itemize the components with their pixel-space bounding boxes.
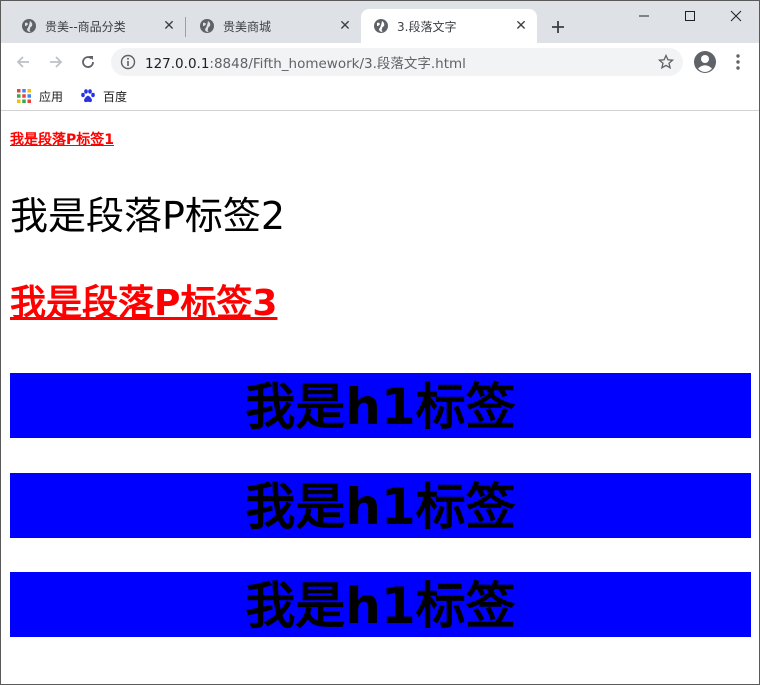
info-icon[interactable] [120, 54, 136, 70]
close-icon[interactable]: ✕ [161, 18, 177, 34]
globe-icon [373, 18, 389, 34]
globe-icon [199, 18, 215, 34]
bookmark-baidu[interactable]: 百度 [80, 86, 127, 106]
heading-1: 我是h1标签 [10, 373, 751, 438]
maximize-button[interactable] [667, 1, 713, 31]
reload-button[interactable] [75, 49, 101, 75]
back-arrow-icon [16, 56, 29, 68]
bookmark-label: 应用 [39, 89, 64, 104]
close-icon[interactable]: ✕ [513, 18, 529, 34]
tab-separator [185, 17, 186, 37]
url-text[interactable]: 127.0.0.1:8848/Fifth_homework/3.段落文字.htm… [145, 52, 466, 72]
window-close-button[interactable] [713, 1, 759, 31]
back-button[interactable] [10, 49, 36, 75]
forward-arrow-icon [50, 56, 63, 68]
close-icon[interactable]: ✕ [337, 18, 353, 34]
bookmark-star-icon[interactable] [658, 54, 674, 70]
tab-title: 贵美商城 [223, 19, 272, 34]
tab-strip: 贵美--商品分类 ✕ 贵美商城 ✕ 3.段落文字 ✕ [1, 1, 759, 43]
baidu-paw-icon [80, 88, 96, 104]
close-icon [730, 10, 742, 22]
browser-window: 贵美--商品分类 ✕ 贵美商城 ✕ 3.段落文字 ✕ 127.0.0.1:884… [0, 0, 760, 685]
url-path: :8848/Fifth_homework/3.段落文字.html [209, 56, 466, 72]
bookmarks-bar: 应用 百度 [1, 81, 759, 111]
tab-mall[interactable]: 贵美商城 ✕ [187, 9, 361, 43]
address-bar[interactable]: 127.0.0.1:8848/Fifth_homework/3.段落文字.htm… [111, 48, 683, 76]
forward-button[interactable] [43, 49, 69, 75]
menu-button[interactable] [727, 50, 749, 74]
globe-icon [21, 18, 37, 34]
tab-title: 贵美--商品分类 [45, 19, 126, 34]
toolbar: 127.0.0.1:8848/Fifth_homework/3.段落文字.htm… [1, 43, 759, 81]
plus-icon [552, 21, 564, 33]
url-host: 127.0.0.1 [145, 56, 210, 72]
tab-title: 3.段落文字 [397, 19, 457, 34]
heading-2: 我是h1标签 [10, 473, 751, 538]
paragraph-2: 我是段落P标签2 [10, 194, 286, 238]
minimize-button[interactable] [621, 1, 667, 31]
minimize-icon [639, 15, 649, 17]
maximize-icon [685, 11, 695, 21]
bookmark-apps[interactable]: 应用 [16, 86, 63, 106]
apps-grid-icon [16, 88, 32, 104]
new-tab-button[interactable] [546, 15, 570, 39]
tab-paragraph-text[interactable]: 3.段落文字 ✕ [361, 9, 537, 43]
paragraph-3: 我是段落P标签3 [10, 283, 278, 324]
heading-3: 我是h1标签 [10, 572, 751, 637]
tab-goods-category[interactable]: 贵美--商品分类 ✕ [9, 9, 185, 43]
reload-icon [82, 56, 94, 68]
bookmark-label: 百度 [103, 89, 128, 104]
paragraph-1: 我是段落P标签1 [10, 132, 115, 148]
more-vert-icon [736, 54, 740, 70]
profile-avatar-icon[interactable] [693, 50, 717, 74]
